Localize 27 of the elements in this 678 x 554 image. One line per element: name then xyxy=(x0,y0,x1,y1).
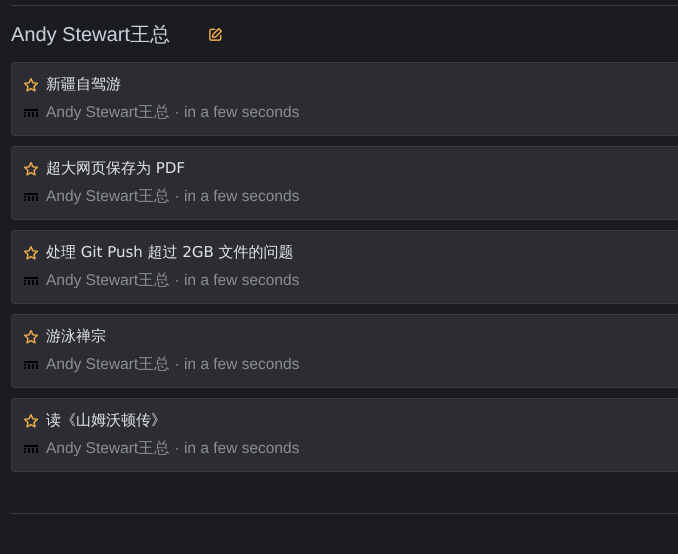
list-icon xyxy=(24,444,38,452)
note-meta: Andy Stewart王总 · in a few seconds xyxy=(46,187,300,207)
note-title: 游泳禅宗 xyxy=(46,327,106,346)
note-meta: Andy Stewart王总 · in a few seconds xyxy=(46,103,300,123)
star-icon[interactable] xyxy=(23,76,39,92)
note-title: 新疆自驾游 xyxy=(46,75,121,94)
note-card[interactable]: 游泳禅宗 Andy Stewart王总 · in a few seconds xyxy=(11,314,678,388)
star-icon[interactable] xyxy=(23,412,39,428)
note-card[interactable]: 超大网页保存为 PDF Andy Stewart王总 · in a few seconds xyxy=(11,146,678,220)
edit-icon[interactable] xyxy=(208,26,223,42)
list-icon xyxy=(24,360,38,368)
page-title: Andy Stewart王总 xyxy=(11,22,170,48)
note-card[interactable]: 处理 Git Push 超过 2GB 文件的问题 Andy Stewart王总 · in a few seconds xyxy=(11,230,678,304)
note-meta: Andy Stewart王总 · in a few seconds xyxy=(46,439,300,459)
star-icon[interactable] xyxy=(23,328,39,344)
list-icon xyxy=(24,192,38,200)
note-card[interactable]: 读《山姆沃顿传》 Andy Stewart王总 · in a few seconds xyxy=(11,398,678,472)
note-title: 读《山姆沃顿传》 xyxy=(46,411,166,430)
note-card[interactable]: 新疆自驾游 Andy Stewart王总 · in a few seconds xyxy=(11,62,678,136)
note-meta: Andy Stewart王总 · in a few seconds xyxy=(46,271,300,291)
star-icon[interactable] xyxy=(23,160,39,176)
star-icon[interactable] xyxy=(23,244,39,260)
list-icon xyxy=(24,108,38,116)
list-icon xyxy=(24,276,38,284)
note-title: 处理 Git Push 超过 2GB 文件的问题 xyxy=(46,243,294,262)
note-title: 超大网页保存为 PDF xyxy=(46,159,185,178)
note-meta: Andy Stewart王总 · in a few seconds xyxy=(46,355,300,375)
